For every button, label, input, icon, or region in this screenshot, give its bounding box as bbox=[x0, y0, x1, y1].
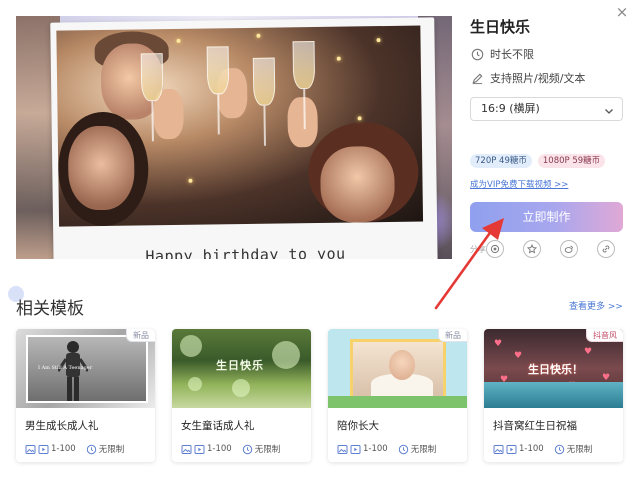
heart-icon: ♥ bbox=[494, 339, 503, 349]
photo-face bbox=[320, 145, 396, 223]
new-badge: 新品 bbox=[126, 329, 155, 342]
image-icon bbox=[25, 444, 36, 455]
sparkle bbox=[376, 38, 381, 43]
price-720p: 720P 49糖币 bbox=[470, 154, 532, 168]
photo-frame: Happy birthday to you bbox=[50, 17, 438, 259]
bokeh bbox=[188, 377, 202, 391]
thumb-baby bbox=[389, 350, 415, 380]
video-icon bbox=[506, 444, 517, 455]
template-stats: 1-100 无限制 bbox=[25, 443, 155, 455]
template-stats: 1-100 无限制 bbox=[337, 443, 467, 455]
photo-glass bbox=[292, 41, 316, 90]
template-card-male-coming-of-age[interactable]: I Am Still A Teenager 新品 男生成长成人礼 1-100 无… bbox=[16, 329, 155, 462]
related-template-list: I Am Still A Teenager 新品 男生成长成人礼 1-100 无… bbox=[16, 329, 623, 462]
clock-icon bbox=[242, 444, 253, 455]
duration-limit: 无限制 bbox=[410, 445, 437, 455]
material-count: 1-100 bbox=[363, 444, 388, 454]
template-card-female-fairytale[interactable]: 生日快乐 女生童话成人礼 1-100 无限制 bbox=[172, 329, 311, 462]
clock-icon bbox=[554, 444, 565, 455]
pencil-icon bbox=[470, 71, 484, 85]
link-icon[interactable] bbox=[597, 240, 615, 258]
heart-icon: ♥ bbox=[514, 351, 523, 361]
make-now-button[interactable]: 立即制作 bbox=[470, 202, 623, 232]
duration-limit: 无限制 bbox=[98, 445, 125, 455]
photo-glass bbox=[140, 53, 164, 102]
photo-face bbox=[67, 125, 135, 211]
related-templates-title: 相关模板 bbox=[16, 299, 84, 319]
thumb-pool bbox=[484, 382, 623, 408]
bokeh bbox=[272, 341, 300, 369]
photo-glass bbox=[252, 57, 276, 106]
thumb-caption: 生日快乐！ bbox=[528, 363, 583, 376]
template-title: 生日快乐 bbox=[470, 18, 531, 36]
thumb-photo bbox=[350, 339, 446, 399]
image-icon bbox=[337, 444, 348, 455]
template-thumbnail: ♥ ♥ ♥ ♥ ♥ ♥ 生日快乐！ 抖音风 bbox=[484, 329, 623, 408]
template-preview[interactable]: Happy birthday to you bbox=[16, 16, 452, 259]
bokeh bbox=[180, 335, 202, 357]
sparkle bbox=[336, 56, 341, 61]
preview-photo bbox=[56, 25, 424, 227]
video-icon bbox=[194, 444, 205, 455]
template-stats: 1-100 无限制 bbox=[493, 443, 623, 455]
share-row: 分享 bbox=[470, 240, 624, 258]
vip-free-download-link[interactable]: 成为VIP免费下载视频 >> bbox=[470, 178, 568, 190]
supports-row: 支持照片/视频/文本 bbox=[470, 70, 624, 86]
template-thumbnail: 生日快乐 bbox=[172, 329, 311, 408]
template-card-douyin-birthday[interactable]: ♥ ♥ ♥ ♥ ♥ ♥ 生日快乐！ 抖音风 抖音窝红生日祝福 1-100 无限制 bbox=[484, 329, 623, 462]
price-tags: 720P 49糖币 1080P 59糖币 bbox=[470, 154, 606, 168]
template-thumbnail: I Am Still A Teenager 新品 bbox=[16, 329, 155, 408]
thumb-caption: 生日快乐 bbox=[216, 359, 264, 372]
template-thumbnail: 新品 bbox=[328, 329, 467, 408]
chevron-down-icon bbox=[603, 103, 615, 115]
clock-icon bbox=[470, 47, 484, 61]
template-stats: 1-100 无限制 bbox=[181, 443, 311, 455]
qq-icon[interactable] bbox=[486, 240, 504, 258]
video-icon bbox=[38, 444, 49, 455]
douyin-style-badge: 抖音风 bbox=[586, 329, 623, 342]
duration-limit: 无限制 bbox=[254, 445, 281, 455]
thumb-caption: I Am Still A Teenager bbox=[38, 365, 93, 371]
supports-text: 支持照片/视频/文本 bbox=[490, 72, 586, 85]
template-name: 抖音窝红生日祝福 bbox=[493, 420, 577, 432]
template-name: 女生童话成人礼 bbox=[181, 420, 255, 432]
clock-icon bbox=[86, 444, 97, 455]
sparkle bbox=[176, 38, 181, 43]
sparkle bbox=[188, 178, 193, 183]
view-more-link[interactable]: 查看更多 >> bbox=[569, 299, 623, 312]
price-1080p: 1080P 59糖币 bbox=[537, 154, 606, 168]
image-icon bbox=[181, 444, 192, 455]
aspect-ratio-select[interactable]: 16:9 (横屏) bbox=[470, 97, 623, 121]
photo-glass-stem bbox=[263, 105, 266, 146]
material-count: 1-100 bbox=[51, 444, 76, 454]
heart-icon: ♥ bbox=[584, 347, 593, 357]
template-info: 生日快乐 时长不限 支持照片/视频/文本 bbox=[470, 16, 624, 86]
material-count: 1-100 bbox=[519, 444, 544, 454]
photo-glass-stem bbox=[303, 89, 306, 130]
material-count: 1-100 bbox=[207, 444, 232, 454]
template-name: 陪你长大 bbox=[337, 420, 379, 432]
thumb-grass bbox=[328, 396, 467, 408]
duration-text: 时长不限 bbox=[490, 48, 534, 61]
new-badge: 新品 bbox=[438, 329, 467, 342]
photo-glass bbox=[206, 46, 230, 95]
aspect-ratio-value: 16:9 (横屏) bbox=[481, 102, 540, 115]
share-label: 分享 bbox=[470, 244, 486, 254]
bokeh bbox=[232, 379, 250, 397]
duration-limit: 无限制 bbox=[566, 445, 593, 455]
weibo-icon[interactable] bbox=[560, 240, 578, 258]
person-silhouette bbox=[58, 341, 88, 401]
image-icon bbox=[493, 444, 504, 455]
clock-icon bbox=[398, 444, 409, 455]
duration-row: 时长不限 bbox=[470, 46, 624, 62]
template-name: 男生成长成人礼 bbox=[25, 420, 99, 432]
sparkle bbox=[256, 33, 261, 38]
preview-caption: Happy birthday to you bbox=[145, 244, 346, 259]
video-icon bbox=[350, 444, 361, 455]
template-card-grow-up-with-you[interactable]: 新品 陪你长大 1-100 无限制 bbox=[328, 329, 467, 462]
sparkle bbox=[357, 116, 362, 121]
star-icon[interactable] bbox=[523, 240, 541, 258]
